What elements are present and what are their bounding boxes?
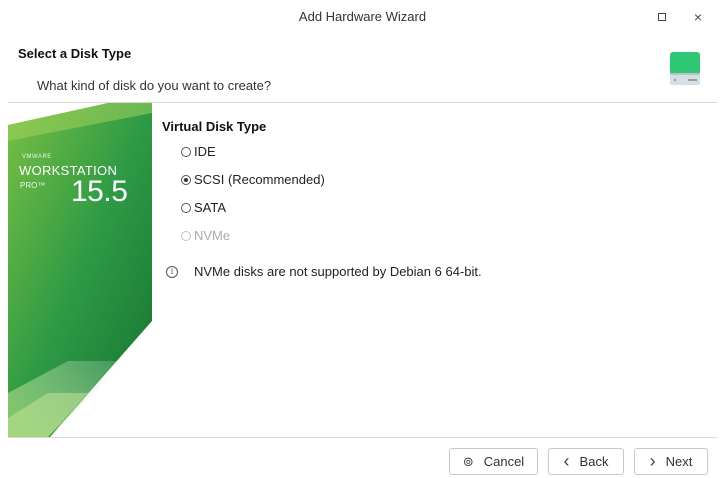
radio-label: IDE [194, 144, 216, 159]
radio-label: SCSI (Recommended) [194, 172, 325, 187]
radio-scsi[interactable]: SCSI (Recommended) [181, 172, 325, 187]
radio-label: SATA [194, 200, 227, 215]
vendor-label: VMWARE [22, 154, 52, 160]
wizard-header: Select a Disk Type What kind of disk do … [0, 34, 725, 102]
title-bar: Add Hardware Wizard × [0, 0, 725, 34]
footer-divider [8, 437, 717, 438]
back-label: Back [579, 454, 609, 469]
close-button[interactable]: × [689, 8, 707, 26]
radio-circle[interactable] [181, 146, 191, 157]
hard-disk-icon [670, 52, 700, 85]
info-text: NVMe disks are not supported by Debian 6… [194, 264, 482, 279]
cancel-button[interactable]: ⊚ Cancel [449, 448, 538, 475]
radio-circle[interactable] [181, 174, 191, 185]
maximize-icon [658, 13, 666, 21]
section-title: Virtual Disk Type [162, 119, 267, 134]
close-icon: × [693, 9, 703, 25]
edition-label: PRO™ [20, 181, 46, 190]
back-button[interactable]: ‹ Back [548, 448, 624, 475]
page-title: Select a Disk Type [18, 46, 132, 61]
cancel-icon: ⊚ [462, 453, 474, 469]
window-title: Add Hardware Wizard [298, 9, 427, 24]
chevron-left-icon: ‹ [563, 451, 570, 471]
radio-circle[interactable] [181, 202, 191, 213]
next-label: Next [665, 454, 693, 469]
radio-circle [181, 230, 191, 241]
page-subtitle: What kind of disk do you want to create? [37, 78, 272, 93]
radio-label: NVMe [194, 228, 231, 243]
info-message: i NVMe disks are not supported by Debian… [166, 264, 482, 279]
version-label: 15.5 [71, 175, 128, 208]
disk-type-panel: Virtual Disk Type IDE SCSI (Recommended)… [152, 103, 717, 437]
radio-nvme: NVMe [181, 228, 230, 243]
radio-ide[interactable]: IDE [181, 144, 216, 159]
chevron-right-icon: › [649, 451, 656, 471]
info-icon: i [166, 265, 178, 278]
product-banner: VMWARE WORKSTATION PRO™ 15.5 [8, 103, 152, 437]
cancel-label: Cancel [483, 454, 525, 469]
radio-sata[interactable]: SATA [181, 200, 226, 215]
next-button[interactable]: › Next [634, 448, 708, 475]
maximize-button[interactable] [653, 8, 671, 26]
